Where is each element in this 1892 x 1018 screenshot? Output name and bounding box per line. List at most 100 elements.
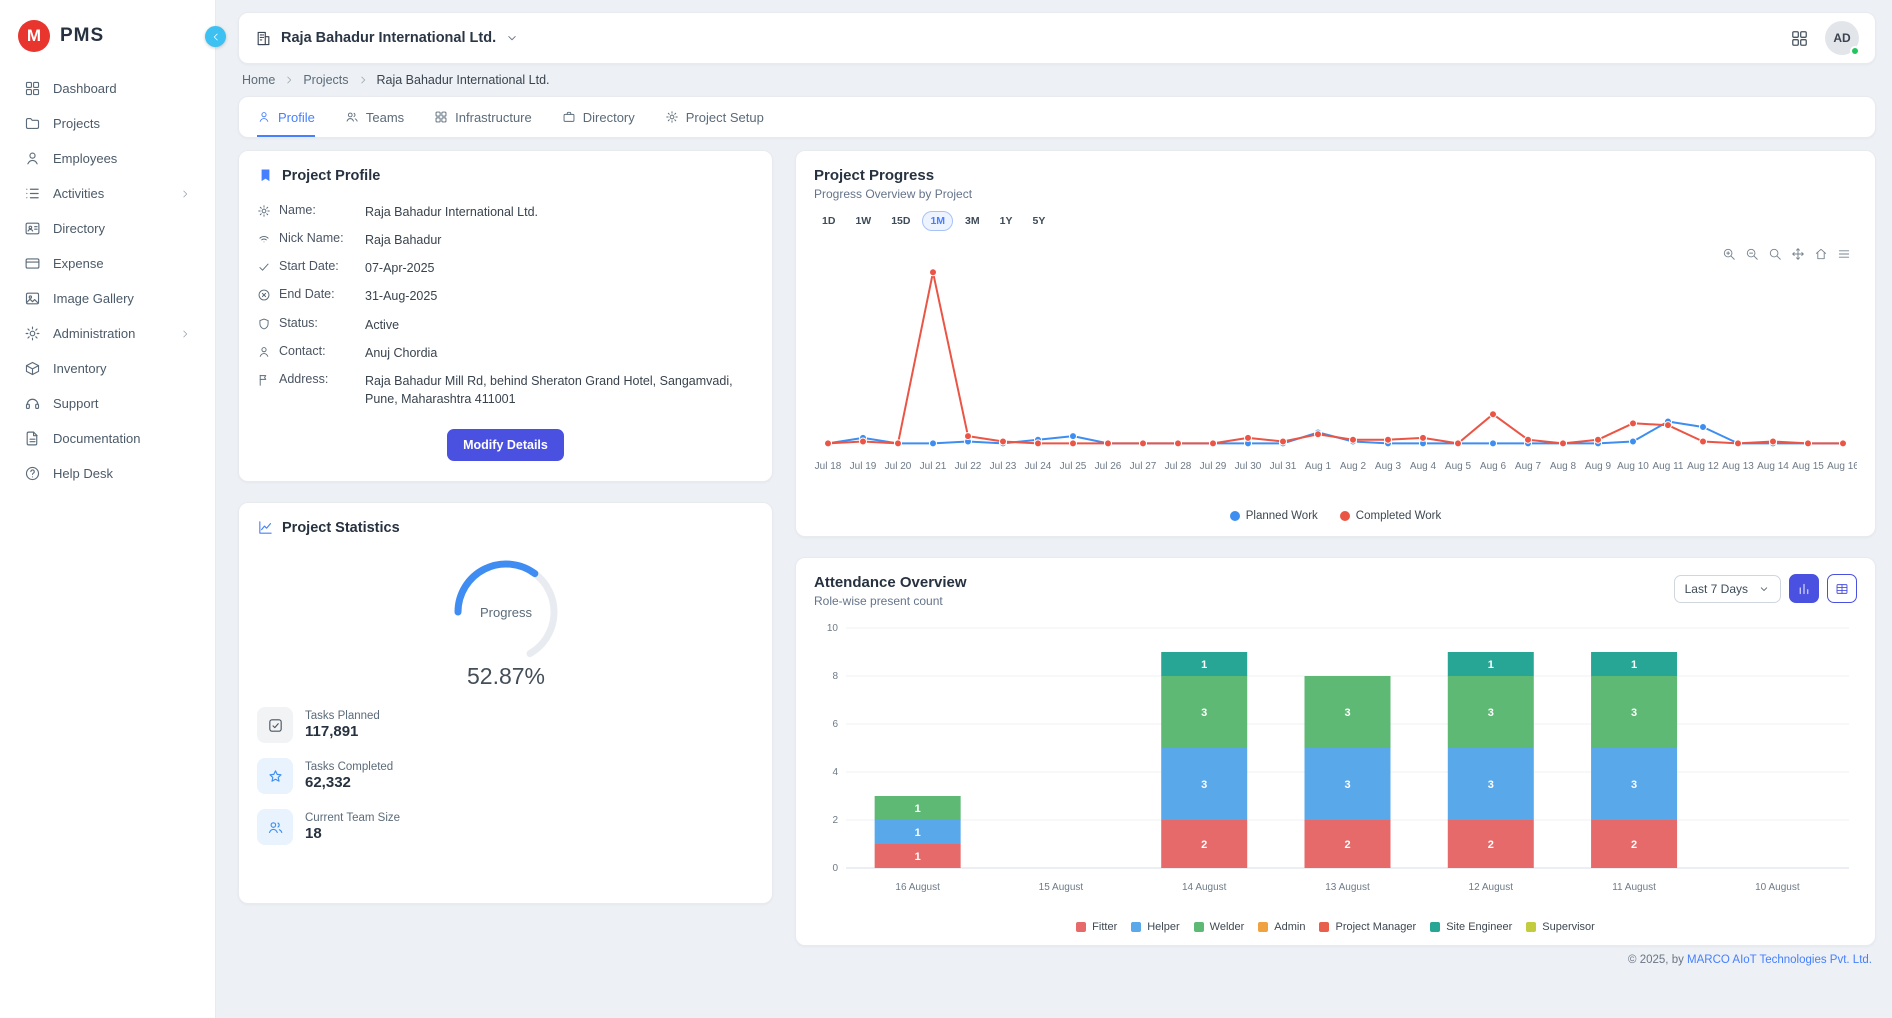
app-logo[interactable]: M PMS — [0, 14, 215, 70]
svg-text:11 August: 11 August — [1612, 882, 1656, 893]
chevron-left-icon — [210, 31, 222, 43]
sidebar-item-directory[interactable]: Directory — [8, 212, 207, 245]
chevron-down-icon — [1758, 583, 1770, 595]
breadcrumb-home[interactable]: Home — [242, 73, 275, 87]
tab-teams[interactable]: Teams — [345, 97, 404, 137]
id-card-icon — [24, 220, 41, 237]
zoom-out-icon[interactable] — [1745, 247, 1759, 261]
tab-directory[interactable]: Directory — [562, 97, 635, 137]
svg-text:16 August: 16 August — [895, 882, 940, 893]
time-range-selector: 1D 1W 15D 1M 3M 1Y 5Y — [814, 211, 1857, 231]
legend-fitter[interactable]: Fitter — [1076, 921, 1117, 933]
modify-details-button[interactable]: Modify Details — [447, 429, 564, 461]
legend-welder[interactable]: Welder — [1194, 921, 1245, 933]
company-selector[interactable]: Raja Bahadur International Ltd. — [255, 30, 519, 47]
sidebar-item-employees[interactable]: Employees — [8, 142, 207, 175]
chart-menu-icon[interactable] — [1837, 247, 1851, 261]
legend-planned-work[interactable]: Planned Work — [1230, 510, 1318, 522]
svg-text:Aug 6: Aug 6 — [1480, 461, 1507, 472]
svg-text:2: 2 — [1631, 839, 1637, 851]
progress-gauge: Progress52.87% — [257, 550, 754, 692]
page-footer: © 2025, by MARCO AIoT Technologies Pvt. … — [795, 946, 1876, 972]
svg-text:2: 2 — [832, 815, 838, 826]
project-profile-card: Project Profile Name: Raja Bahadur Inter… — [238, 150, 773, 482]
legend-site-engineer[interactable]: Site Engineer — [1430, 921, 1512, 933]
range-1d-button[interactable]: 1D — [814, 211, 843, 231]
stat-tasks-completed: Tasks Completed 62,332 — [257, 758, 754, 794]
collapse-sidebar-button[interactable] — [205, 26, 226, 47]
app-root: M PMS Dashboard Projects Employees Activ… — [0, 0, 1892, 1018]
avatar[interactable]: AD — [1825, 21, 1859, 55]
document-icon — [24, 430, 41, 447]
sidebar-item-administration[interactable]: Administration — [8, 317, 207, 350]
svg-text:Aug 1: Aug 1 — [1305, 461, 1332, 472]
chart-view-toggle-button[interactable] — [1789, 574, 1819, 603]
card-title: Project Profile — [282, 168, 380, 184]
legend-admin[interactable]: Admin — [1258, 921, 1305, 933]
svg-text:Aug 5: Aug 5 — [1445, 461, 1472, 472]
svg-text:Jul 18: Jul 18 — [815, 461, 842, 472]
selection-zoom-icon[interactable] — [1768, 247, 1782, 261]
footer-company-link[interactable]: MARCO AIoT Technologies Pvt. Ltd. — [1687, 954, 1872, 966]
stat-current-team-size: Current Team Size 18 — [257, 809, 754, 845]
sidebar-item-support[interactable]: Support — [8, 387, 207, 420]
tab-infrastructure[interactable]: Infrastructure — [434, 97, 532, 137]
gear-icon — [257, 204, 271, 218]
breadcrumb-current: Raja Bahadur International Ltd. — [377, 73, 550, 87]
sidebar-item-activities[interactable]: Activities — [8, 177, 207, 210]
legend-helper[interactable]: Helper — [1131, 921, 1179, 933]
legend-supervisor[interactable]: Supervisor — [1526, 921, 1595, 933]
breadcrumb-projects[interactable]: Projects — [303, 73, 348, 87]
checkbox-icon — [257, 707, 293, 743]
svg-text:Aug 10: Aug 10 — [1617, 461, 1649, 472]
svg-text:Jul 19: Jul 19 — [850, 461, 877, 472]
range-3m-button[interactable]: 3M — [957, 211, 988, 231]
sidebar-item-expense[interactable]: Expense — [8, 247, 207, 280]
sidebar-item-help-desk[interactable]: Help Desk — [8, 457, 207, 490]
apps-grid-icon[interactable] — [1790, 29, 1809, 48]
date-range-select[interactable]: Last 7 Days — [1674, 575, 1781, 603]
svg-text:Aug 8: Aug 8 — [1550, 461, 1577, 472]
logo-icon: M — [18, 20, 50, 52]
legend-project-manager[interactable]: Project Manager — [1319, 921, 1416, 933]
range-15d-button[interactable]: 15D — [883, 211, 918, 231]
help-icon — [24, 465, 41, 482]
breadcrumb: Home Projects Raja Bahadur International… — [238, 64, 1876, 96]
range-5y-button[interactable]: 5Y — [1024, 211, 1053, 231]
sidebar-item-image-gallery[interactable]: Image Gallery — [8, 282, 207, 315]
svg-text:3: 3 — [1344, 707, 1350, 719]
legend-completed-work[interactable]: Completed Work — [1340, 510, 1441, 522]
range-1m-button[interactable]: 1M — [922, 211, 953, 231]
sidebar-item-projects[interactable]: Projects — [8, 107, 207, 140]
grid-icon — [434, 110, 448, 124]
pan-icon[interactable] — [1791, 247, 1805, 261]
field-row-start-date: Start Date: 07-Apr-2025 — [257, 254, 754, 282]
range-1y-button[interactable]: 1Y — [992, 211, 1021, 231]
sidebar-item-inventory[interactable]: Inventory — [8, 352, 207, 385]
field-value: Active — [365, 316, 399, 334]
shield-icon — [257, 317, 271, 331]
top-header-bar: Raja Bahadur International Ltd. AD — [238, 12, 1876, 64]
line-chart-legend: Planned Work Completed Work — [814, 510, 1857, 522]
sidebar-item-dashboard[interactable]: Dashboard — [8, 72, 207, 105]
sidebar: M PMS Dashboard Projects Employees Activ… — [0, 0, 216, 1018]
image-icon — [24, 290, 41, 307]
tab-project-setup[interactable]: Project Setup — [665, 97, 764, 137]
chevron-right-icon — [283, 74, 295, 86]
app-name: PMS — [60, 25, 104, 47]
box-icon — [24, 360, 41, 377]
user-icon — [257, 345, 271, 359]
svg-text:52.87%: 52.87% — [466, 663, 544, 689]
zoom-in-icon[interactable] — [1722, 247, 1736, 261]
company-name: Raja Bahadur International Ltd. — [281, 30, 496, 46]
sidebar-item-documentation[interactable]: Documentation — [8, 422, 207, 455]
range-1w-button[interactable]: 1W — [847, 211, 879, 231]
stat-tasks-planned: Tasks Planned 117,891 — [257, 707, 754, 743]
table-view-toggle-button[interactable] — [1827, 574, 1857, 603]
svg-text:12 August: 12 August — [1469, 882, 1514, 893]
svg-text:Aug 9: Aug 9 — [1585, 461, 1612, 472]
card-title: Attendance Overview — [814, 574, 967, 591]
tab-profile[interactable]: Profile — [257, 97, 315, 137]
svg-text:14 August: 14 August — [1182, 882, 1227, 893]
reset-zoom-home-icon[interactable] — [1814, 247, 1828, 261]
